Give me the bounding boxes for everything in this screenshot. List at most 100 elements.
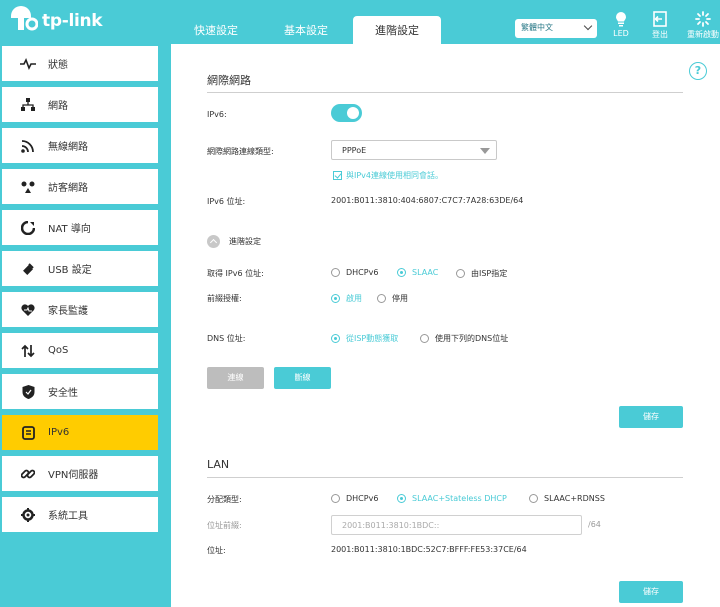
- tab-quick-setup[interactable]: 快速設定: [171, 16, 261, 44]
- sidebar-item-system-tools[interactable]: 系統工具: [2, 497, 158, 532]
- connect-button[interactable]: 連線: [207, 367, 264, 389]
- assign-type-label: 分配類型:: [207, 495, 242, 504]
- logout-icon: [653, 11, 667, 27]
- same-session-label: 與IPv4連線使用相同會話。: [346, 171, 444, 180]
- logo-text: tp-link: [42, 11, 103, 31]
- lan-address-value: 2001:B011:3810:1BDC:52C7:BFFF:FE53:37CE/…: [331, 545, 527, 554]
- sidebar-item-label: 網路: [48, 101, 68, 112]
- address-prefix-input[interactable]: 2001:B011:3810:1BDC::: [331, 515, 582, 535]
- radio-selected-icon: [397, 268, 406, 277]
- sidebar-item-label: VPN伺服器: [48, 470, 99, 481]
- sidebar-item-label: 狀態: [48, 60, 68, 71]
- sidebar-item-wireless[interactable]: 無線網路: [2, 128, 158, 163]
- shield-icon: [20, 384, 36, 400]
- internet-section-title: 網際網路: [207, 74, 251, 87]
- led-button[interactable]: LED: [606, 11, 636, 38]
- disconnect-button[interactable]: 斷線: [274, 367, 331, 389]
- radio-icon: [420, 334, 429, 343]
- sidebar-item-qos[interactable]: QoS: [2, 333, 158, 368]
- sidebar-item-ipv6[interactable]: IPv6: [2, 415, 158, 450]
- radio-dns-isp[interactable]: 從ISP動態獲取: [331, 333, 398, 344]
- radio-prefix-enable[interactable]: 啟用: [331, 293, 362, 304]
- network-icon: [20, 97, 36, 113]
- main-tabs: 快速設定 基本設定 進階設定: [171, 16, 441, 44]
- same-session-checkbox[interactable]: 與IPv4連線使用相同會話。: [333, 170, 443, 181]
- radio-icon: [377, 294, 386, 303]
- bulb-icon: [616, 12, 626, 27]
- sidebar-item-label: 系統工具: [48, 511, 88, 522]
- qos-icon: [20, 343, 36, 359]
- sidebar-item-parental[interactable]: 家長監護: [2, 292, 158, 327]
- tp-link-logo-icon: [11, 6, 38, 31]
- save-button-lan[interactable]: 儲存: [619, 581, 683, 603]
- pulse-icon: [20, 56, 36, 72]
- radio-slaac[interactable]: SLAAC: [397, 268, 438, 277]
- chevron-down-icon: [583, 21, 593, 31]
- radio-label: DHCPv6: [346, 268, 379, 277]
- section-divider: [207, 92, 683, 93]
- sidebar-item-nat[interactable]: NAT 導向: [2, 210, 158, 245]
- usb-icon: [20, 261, 36, 277]
- radio-icon: [331, 268, 340, 277]
- sidebar-item-label: 無線網路: [48, 142, 88, 153]
- lan-section-title: LAN: [207, 458, 230, 471]
- radio-dns-manual[interactable]: 使用下列的DNS位址: [420, 333, 508, 344]
- radio-label: 啟用: [346, 294, 362, 303]
- reboot-button[interactable]: 重新啟動: [686, 11, 720, 40]
- sidebar-item-label: IPv6: [48, 427, 70, 438]
- section-divider: [207, 477, 683, 478]
- radio-lan-slaac-dhcp[interactable]: SLAAC+Stateless DHCP: [397, 494, 507, 503]
- sidebar-item-label: QoS: [48, 345, 69, 356]
- sidebar-item-status[interactable]: 狀態: [2, 46, 158, 81]
- heart-icon: [20, 302, 36, 318]
- tab-advanced[interactable]: 進階設定: [353, 16, 441, 44]
- wifi-icon: [20, 138, 36, 154]
- radio-lan-slaac-rdnss[interactable]: SLAAC+RDNSS: [529, 494, 605, 503]
- prefix-delegation-label: 前綴授權:: [207, 294, 242, 303]
- radio-selected-icon: [397, 494, 406, 503]
- radio-label: DHCPv6: [346, 494, 379, 503]
- ipv6-toggle[interactable]: [331, 104, 362, 122]
- conn-type-label: 網際網路連線類型:: [207, 147, 274, 156]
- prefix-suffix: /64: [588, 520, 601, 529]
- language-value: 繁體中文: [521, 23, 553, 32]
- get-addr-label: 取得 IPv6 位址:: [207, 269, 264, 278]
- conn-type-value: PPPoE: [342, 146, 367, 155]
- vpn-icon: [20, 466, 36, 482]
- guest-icon: [20, 179, 36, 195]
- tab-basic[interactable]: 基本設定: [261, 16, 351, 44]
- sidebar-item-guest[interactable]: 訪客網路: [2, 169, 158, 204]
- advanced-label: 進階設定: [229, 237, 261, 246]
- language-select[interactable]: 繁體中文: [515, 19, 597, 38]
- lan-address-label: 位址:: [207, 546, 226, 555]
- advanced-settings-toggle[interactable]: 進階設定: [207, 235, 261, 248]
- chevron-up-icon: [207, 235, 220, 248]
- toggle-knob: [347, 107, 359, 119]
- address-prefix-label: 位址前綴:: [207, 521, 242, 530]
- ipv6-label: IPv6:: [207, 110, 227, 119]
- sidebar-item-usb[interactable]: USB 設定: [2, 251, 158, 286]
- conn-type-select[interactable]: PPPoE: [331, 140, 497, 160]
- sidebar-item-label: USB 設定: [48, 265, 92, 276]
- save-button-internet[interactable]: 儲存: [619, 406, 683, 428]
- radio-dhcpv6[interactable]: DHCPv6: [331, 268, 378, 277]
- radio-label: 停用: [392, 294, 408, 303]
- sidebar-item-label: 訪客網路: [48, 183, 88, 194]
- sidebar-item-network[interactable]: 網路: [2, 87, 158, 122]
- radio-label: 由ISP指定: [471, 269, 508, 278]
- sidebar-item-vpn[interactable]: VPN伺服器: [2, 456, 158, 491]
- radio-label: 使用下列的DNS位址: [435, 334, 509, 343]
- radio-prefix-disable[interactable]: 停用: [377, 293, 408, 304]
- radio-label: SLAAC+RDNSS: [544, 494, 605, 503]
- logout-button[interactable]: 登出: [645, 11, 675, 40]
- sidebar-item-security[interactable]: 安全性: [2, 374, 158, 409]
- dns-label: DNS 位址:: [207, 334, 246, 343]
- ipv6-addr-label: IPv6 位址:: [207, 197, 246, 206]
- radio-lan-dhcpv6[interactable]: DHCPv6: [331, 494, 378, 503]
- radio-label: SLAAC+Stateless DHCP: [412, 494, 507, 503]
- help-icon[interactable]: ?: [689, 62, 707, 80]
- address-prefix-placeholder: 2001:B011:3810:1BDC::: [342, 521, 440, 530]
- radio-isp-assigned[interactable]: 由ISP指定: [456, 268, 507, 279]
- sidebar-item-label: 家長監護: [48, 306, 88, 317]
- gear-icon: [20, 507, 36, 523]
